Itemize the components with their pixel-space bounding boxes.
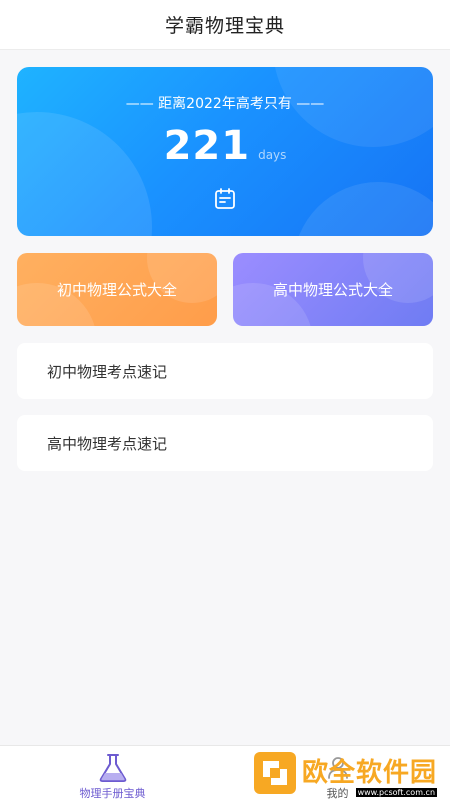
countdown-value-row: 221 days [17, 123, 433, 169]
watermark-url: www.pcsoft.com.cn [355, 788, 438, 797]
decor-circle [293, 182, 433, 236]
watermark-text: 欧全软件园 [302, 758, 438, 788]
senior-formula-card[interactable]: 高中物理公式大全 [233, 253, 433, 326]
watermark-logo-icon [254, 752, 296, 794]
countdown-days-number: 221 [163, 123, 251, 169]
flask-icon [99, 754, 127, 782]
senior-keypoints-item[interactable]: 高中物理考点速记 [17, 415, 433, 471]
junior-keypoints-item[interactable]: 初中物理考点速记 [17, 343, 433, 399]
senior-formula-label: 高中物理公式大全 [272, 281, 393, 299]
watermark: 欧全软件园 www.pcsoft.com.cn [252, 750, 445, 797]
calendar-icon[interactable] [213, 187, 237, 211]
countdown-caption: —— 距离2022年高考只有 —— [125, 96, 325, 112]
page-title: 学霸物理宝典 [164, 15, 285, 37]
junior-formula-label: 初中物理公式大全 [56, 281, 177, 299]
tab-label: 物理手册宝典 [79, 787, 146, 800]
junior-formula-card[interactable]: 初中物理公式大全 [17, 253, 217, 326]
list-item-label: 初中物理考点速记 [47, 362, 168, 381]
watermark-text-wrap: 欧全软件园 www.pcsoft.com.cn [302, 758, 438, 797]
app-header: 学霸物理宝典 [0, 0, 450, 50]
countdown-banner: —— 距离2022年高考只有 —— 221 days [17, 67, 433, 236]
list-item-label: 高中物理考点速记 [47, 434, 168, 453]
countdown-days-unit: days [258, 148, 287, 162]
tab-physics-handbook[interactable]: 物理手册宝典 [0, 746, 225, 800]
